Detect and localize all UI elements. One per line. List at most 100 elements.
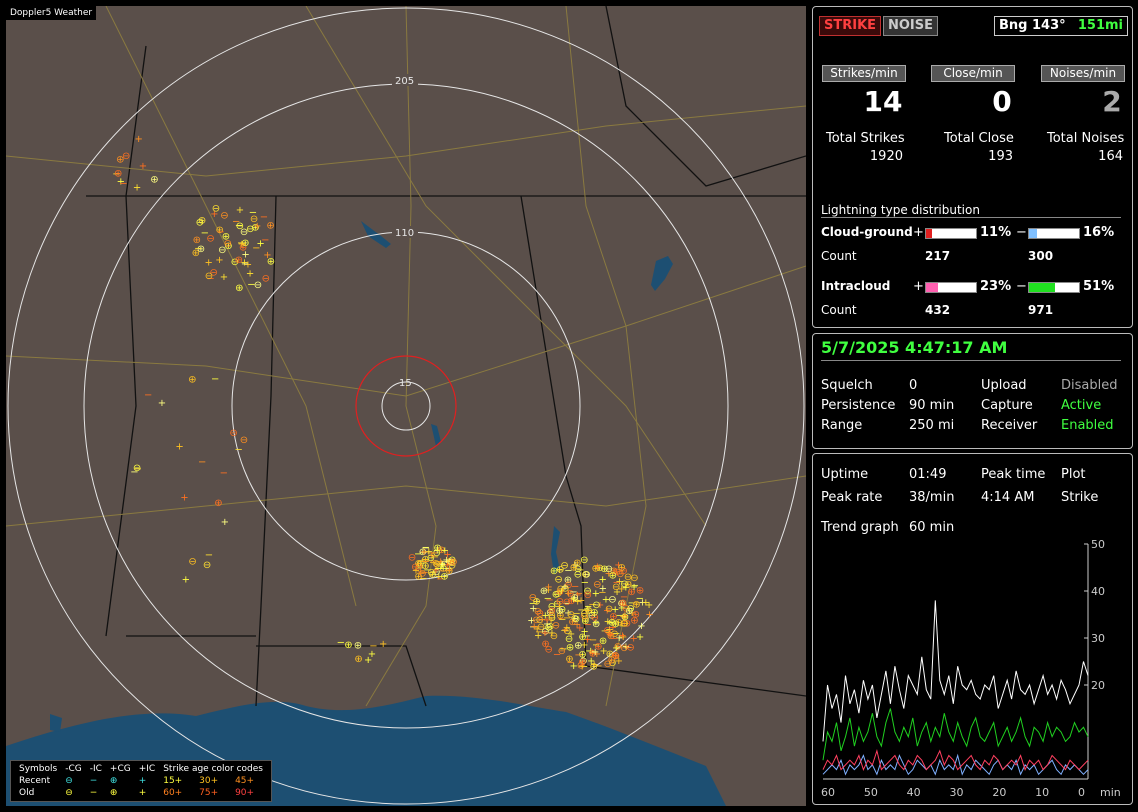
strike-marker: + bbox=[587, 656, 595, 667]
trend-series-line bbox=[822, 708, 1089, 761]
cg-positive-count: 217 bbox=[925, 249, 951, 263]
legend-symbol: ⊖ bbox=[65, 776, 73, 786]
settings-panel: 5/7/2025 4:47:17 AM Squelch 0 Upload Disabl… bbox=[812, 333, 1133, 449]
bearing-readout: Bng 143° 151mi bbox=[994, 16, 1128, 36]
y-tick-label: 40 bbox=[1091, 585, 1105, 598]
state-borders bbox=[86, 6, 806, 707]
setting-row: Squelch 0 Upload Disabled bbox=[821, 376, 1117, 396]
total-close-label: Total Close bbox=[944, 131, 1014, 146]
legend-old-label: Old bbox=[19, 788, 35, 798]
ic-count-label: Count bbox=[821, 303, 857, 317]
strike-marker: + bbox=[364, 655, 372, 666]
strike-marker: ⊖ bbox=[605, 564, 613, 575]
strike-marker: ⊖ bbox=[203, 560, 211, 571]
strike-marker: − bbox=[584, 605, 592, 616]
strike-marker: − bbox=[220, 468, 228, 479]
legend-symbols-label: Symbols bbox=[19, 764, 58, 774]
setting-row: Range 250 mi Receiver Enabled bbox=[821, 416, 1117, 436]
cg-positive-fill bbox=[926, 229, 932, 238]
x-tick-label: 20 bbox=[992, 786, 1006, 799]
legend-age: 30+ bbox=[199, 776, 219, 786]
legend-symbol: + bbox=[138, 776, 147, 786]
strike-marker: − bbox=[422, 556, 430, 567]
strike-marker: ⊕ bbox=[440, 572, 448, 583]
strike-marker: + bbox=[158, 398, 166, 409]
distance-value: 151mi bbox=[1077, 18, 1123, 33]
strike-marker: ⊖ bbox=[603, 625, 611, 636]
ic-minus-sign: − bbox=[1016, 279, 1027, 294]
ic-negative-count: 971 bbox=[1028, 303, 1054, 317]
strike-marker: ⊖ bbox=[229, 428, 237, 439]
total-strikes-label: Total Strikes bbox=[826, 131, 905, 146]
setting-label: Receiver bbox=[981, 418, 1038, 433]
trend-series-line bbox=[822, 600, 1089, 742]
strike-marker: ⊖ bbox=[246, 224, 254, 235]
strike-marker: − bbox=[430, 548, 438, 559]
strikes-per-min-label: Strikes/min bbox=[822, 65, 906, 82]
strike-marker: ⊕ bbox=[550, 566, 558, 577]
strike-button[interactable]: STRIKE bbox=[819, 16, 882, 36]
cg-minus-sign: − bbox=[1016, 225, 1027, 240]
strike-marker: + bbox=[617, 584, 625, 595]
trend-panel: Uptime 01:49 Peak time Plot Peak rate 38/min… bbox=[812, 453, 1133, 805]
total-noises-label: Total Noises bbox=[1047, 131, 1125, 146]
strike-marker: − bbox=[260, 212, 268, 223]
y-tick-label: 50 bbox=[1091, 538, 1105, 551]
strike-marker: − bbox=[249, 207, 257, 218]
cg-negative-count: 300 bbox=[1028, 249, 1054, 263]
trend-series-line bbox=[822, 748, 1089, 771]
strike-marker: ⊕ bbox=[619, 598, 627, 609]
strike-marker: + bbox=[182, 574, 190, 585]
ic-positive-count: 432 bbox=[925, 303, 951, 317]
strike-marker: + bbox=[246, 269, 254, 280]
close-per-min-value: 0 bbox=[992, 85, 1012, 118]
ring-label-205: 205 bbox=[395, 76, 414, 87]
lightning-map[interactable]: 205 110 15 + ⊖ ⊖ + − ⊖ + − + ⊖ ⊖ + ⊕ + ⊕ − − + ⊖ ⊕ − ⊕ − ⊖ − − ⊕ ⊖ +… bbox=[6, 6, 806, 806]
total-noises-value: 164 bbox=[1098, 149, 1123, 164]
legend-symbol: − bbox=[89, 788, 98, 798]
strike-marker: − bbox=[235, 220, 243, 231]
strike-marker: ⊕ bbox=[578, 657, 586, 668]
strike-marker: − bbox=[198, 457, 206, 468]
strike-marker: − bbox=[119, 178, 127, 189]
legend-col: +CG bbox=[109, 764, 131, 774]
ic-positive-fill bbox=[926, 283, 938, 292]
strike-marker: ⊖ bbox=[604, 659, 612, 670]
setting-label: Capture bbox=[981, 398, 1033, 413]
cg-positive-percent: 11% bbox=[980, 225, 1012, 240]
ic-negative-bar bbox=[1028, 282, 1080, 293]
strike-marker: ⊖ bbox=[212, 204, 220, 215]
strike-marker: − bbox=[610, 634, 618, 645]
ic-negative-percent: 51% bbox=[1083, 279, 1115, 294]
strike-marker: ⊖ bbox=[220, 211, 228, 222]
strike-marker: ⊖ bbox=[262, 274, 270, 285]
strike-marker: ⊕ bbox=[541, 639, 549, 650]
intracloud-label: Intracloud bbox=[821, 279, 891, 293]
legend-age: 60+ bbox=[163, 788, 183, 798]
ic-positive-percent: 23% bbox=[980, 279, 1012, 294]
strike-marker: + bbox=[630, 582, 638, 593]
strike-marker: ⊖ bbox=[550, 631, 558, 642]
strike-marker: + bbox=[135, 134, 143, 145]
strike-marker: + bbox=[442, 555, 450, 566]
trend-graph: 50 40 30 20 60 50 40 30 20 10 0 min bbox=[821, 538, 1121, 799]
x-unit-label: min bbox=[1100, 786, 1121, 799]
strike-marker: ⊖ bbox=[584, 590, 592, 601]
strike-marker: ⊕ bbox=[566, 643, 574, 654]
setting-label: Upload bbox=[981, 378, 1027, 393]
x-tick-label: 50 bbox=[864, 786, 878, 799]
legend-col: -IC bbox=[89, 764, 102, 774]
setting-value: 90 min bbox=[909, 398, 955, 413]
noise-button[interactable]: NOISE bbox=[883, 16, 939, 36]
total-strikes-value: 1920 bbox=[869, 149, 903, 164]
noises-per-min-label: Noises/min bbox=[1041, 65, 1125, 82]
strike-marker: + bbox=[629, 634, 637, 645]
strike-marker: ⊖ bbox=[122, 151, 130, 162]
strike-marker: + bbox=[416, 567, 424, 578]
strike-marker: ⊕ bbox=[235, 283, 243, 294]
x-tick-label: 40 bbox=[907, 786, 921, 799]
strike-markers: +⊖⊖+−⊖+−+⊖⊖+⊕+⊕−−+⊖⊕−⊕−⊖−−⊕⊖++−−++⊖⊖−+⊕⊖… bbox=[112, 134, 653, 672]
ic-plus-sign: + bbox=[913, 279, 924, 294]
upload-status: Disabled bbox=[1061, 378, 1118, 393]
cg-plus-sign: + bbox=[913, 225, 924, 240]
